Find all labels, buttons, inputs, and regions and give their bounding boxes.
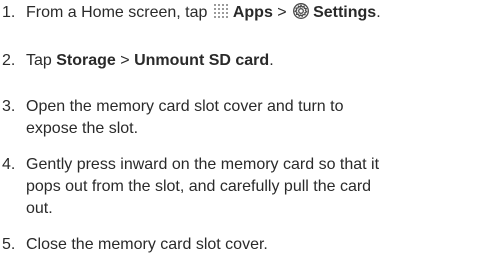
step-text: From a Home screen, tap Apps > Settings. bbox=[26, 2, 381, 24]
step-text: Tap Storage > Unmount SD card. bbox=[26, 52, 274, 69]
step-text-line: Close the memory card slot cover. bbox=[26, 236, 268, 253]
step-number: 5. bbox=[2, 236, 16, 253]
step-text-line: Gently press inward on the memory card s… bbox=[26, 156, 380, 173]
step-text-line: pops out from the slot, and carefully pu… bbox=[26, 178, 372, 195]
storage-label: Storage bbox=[56, 52, 116, 69]
step-number: 4. bbox=[2, 156, 16, 173]
step-text-line: out. bbox=[26, 200, 53, 217]
settings-label: Settings bbox=[313, 4, 377, 21]
instruction-list: 1. From a Home screen, tap Apps > Settin… bbox=[0, 0, 504, 264]
step-number: 2. bbox=[2, 52, 16, 69]
apps-label: Apps bbox=[232, 4, 273, 21]
step-number: 1. bbox=[2, 4, 16, 21]
apps-grid-icon bbox=[213, 3, 230, 27]
unmount-sd-card-label: Unmount SD card bbox=[134, 52, 270, 69]
step-number: 3. bbox=[2, 98, 16, 115]
step-text-line: expose the slot. bbox=[26, 120, 139, 137]
settings-gear-icon bbox=[292, 2, 310, 27]
step-text-line: Open the memory card slot cover and turn… bbox=[26, 98, 344, 115]
